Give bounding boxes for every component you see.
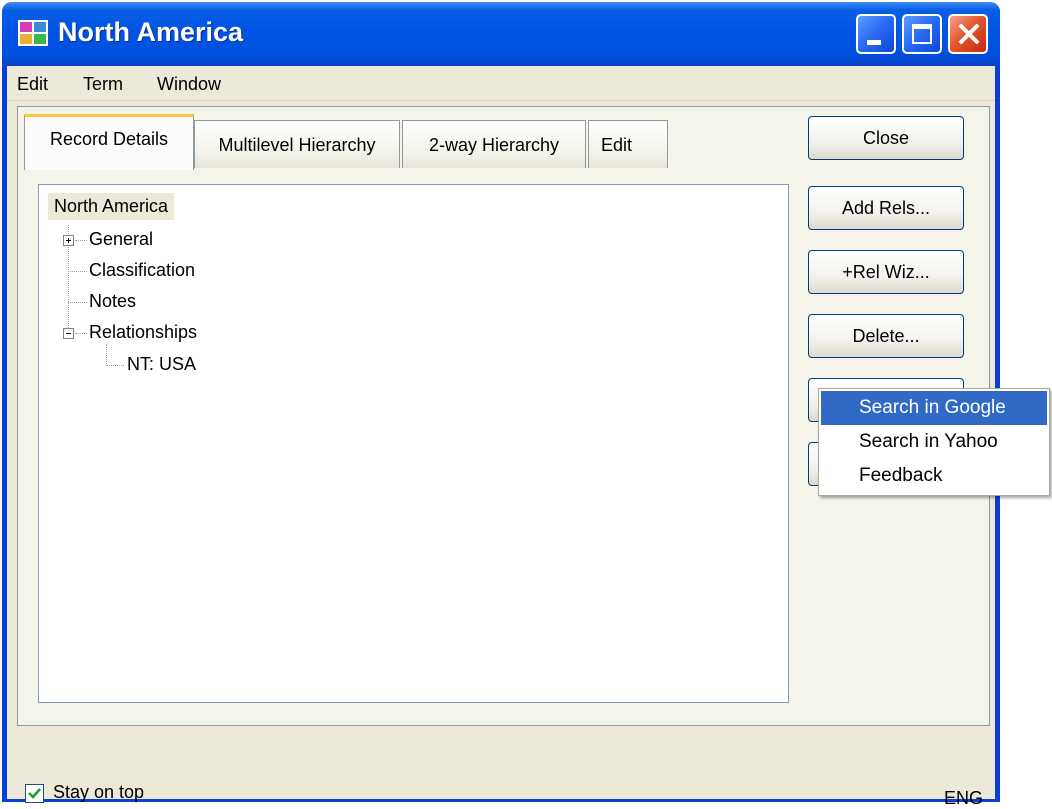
tab-edit[interactable]: Edit [588,120,668,168]
minimize-button[interactable] [856,14,896,54]
menu-window[interactable]: Window [157,74,221,95]
add-rels-button[interactable]: Add Rels... [808,186,964,230]
window-title: North America [58,17,244,47]
app-grid-icon [18,20,48,46]
stay-on-top-label: Stay on top [53,782,145,802]
tab-2way-hierarchy[interactable]: 2-way Hierarchy [402,120,586,168]
tree-node-relationships[interactable]: Relationships [89,322,197,343]
menu-item-search-yahoo[interactable]: Search in Yahoo [821,425,1047,459]
close-window-button[interactable] [948,14,988,54]
record-tree[interactable]: North America General Classification Not… [38,184,789,703]
menu-item-search-google[interactable]: Search in Google [821,391,1047,425]
checkmark-icon [28,788,41,799]
tree-node-notes[interactable]: Notes [89,291,136,312]
close-button[interactable]: Close [808,116,964,160]
delete-button[interactable]: Delete... [808,314,964,358]
search-context-menu: Search in Google Search in Yahoo Feedbac… [818,388,1050,496]
minimize-icon [867,40,881,45]
tab-record-details[interactable]: Record Details [24,114,194,170]
tree-node-classification[interactable]: Classification [89,260,195,281]
tree-root[interactable]: North America [48,193,175,220]
maximize-icon [912,24,932,44]
tree-node-nt-usa[interactable]: NT: USA [127,354,196,375]
rel-wizard-button[interactable]: +Rel Wiz... [808,250,964,294]
tree-node-general[interactable]: General [89,229,153,250]
menu-term[interactable]: Term [83,74,123,95]
title-bar[interactable]: North America [2,2,1000,66]
stay-on-top-checkbox[interactable] [25,784,44,803]
tab-multilevel-hierarchy[interactable]: Multilevel Hierarchy [194,120,400,168]
menu-edit[interactable]: Edit [17,74,48,95]
maximize-button[interactable] [902,14,942,54]
menu-bar: Edit Term Window [7,66,995,101]
menu-item-feedback[interactable]: Feedback [821,459,1047,493]
plus-expander-icon[interactable] [63,235,74,246]
minus-expander-icon[interactable] [63,328,74,339]
